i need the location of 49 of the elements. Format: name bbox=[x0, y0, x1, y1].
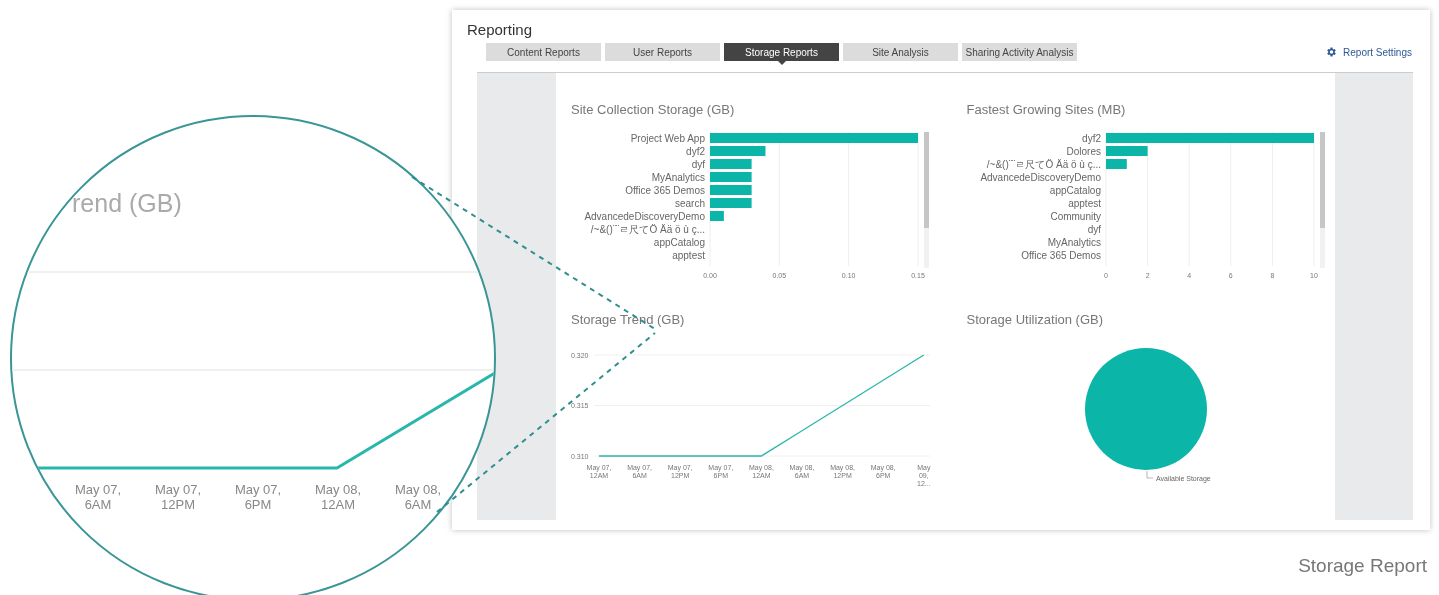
bar bbox=[710, 146, 766, 156]
chart-title: Site Collection Storage (GB) bbox=[571, 101, 735, 119]
category-label: dyf2 bbox=[1081, 132, 1101, 144]
bar bbox=[710, 185, 752, 195]
axis-label: May 08, 12AM bbox=[313, 482, 363, 512]
report-tab[interactable]: User Reports bbox=[605, 43, 720, 61]
axis-label: May 07, 12PM bbox=[153, 482, 203, 512]
scrollbar-thumb[interactable] bbox=[924, 132, 929, 228]
category-label: MyAnalytics bbox=[1047, 236, 1101, 248]
category-label: AdvancedeDiscoveryDemo bbox=[979, 171, 1101, 183]
category-label: dyf bbox=[691, 158, 705, 170]
bar bbox=[710, 198, 752, 208]
category-label: appCatalog bbox=[653, 236, 705, 248]
category-label: /~&()¨¨ㄹ尺てÖ Ää ö ù ç... bbox=[590, 223, 705, 235]
chart-title: Storage Utilization (GB) bbox=[966, 311, 1104, 329]
leader-line bbox=[1146, 470, 1153, 479]
bar bbox=[1105, 146, 1148, 156]
bar bbox=[710, 159, 752, 169]
scrollbar-thumb[interactable] bbox=[1319, 132, 1325, 228]
bar bbox=[710, 172, 752, 182]
report-tab[interactable]: Sharing Activity Analysis bbox=[962, 43, 1077, 61]
bar bbox=[710, 211, 724, 221]
axis-label: May 08, 6AM bbox=[393, 482, 443, 512]
category-label: dyf2 bbox=[686, 145, 705, 157]
category-label: /~&()¨¨ㄹ尺てÖ Ää ö ù ç... bbox=[986, 158, 1101, 170]
category-label: apptest bbox=[672, 249, 705, 261]
bar bbox=[1105, 159, 1127, 169]
category-label: MyAnalytics bbox=[651, 171, 705, 183]
category-label: Community bbox=[1049, 210, 1101, 222]
category-label: dyf bbox=[1087, 223, 1101, 235]
category-label: appCatalog bbox=[1049, 184, 1101, 196]
category-label: search bbox=[675, 197, 705, 209]
chart-title: Storage Trend (GB) bbox=[571, 311, 685, 329]
axis-label: May 07, 6AM bbox=[73, 482, 123, 512]
report-settings-link[interactable]: Report Settings bbox=[1325, 44, 1412, 60]
category-label: Dolores bbox=[1066, 145, 1101, 157]
category-label: apptest bbox=[1067, 197, 1101, 209]
report-tab[interactable]: Content Reports bbox=[486, 43, 601, 61]
chart-title: Fastest Growing Sites (MB) bbox=[966, 101, 1126, 119]
magnified-title: rend (GB) bbox=[72, 188, 182, 219]
report-tab[interactable]: Site Analysis bbox=[843, 43, 958, 61]
caption: Storage Report bbox=[1298, 554, 1427, 578]
settings-icon bbox=[1325, 46, 1338, 58]
category-label: Office 365 Demos bbox=[1020, 249, 1101, 261]
category-label: Project Web App bbox=[630, 132, 705, 144]
category-label: Office 365 Demos bbox=[625, 184, 705, 196]
axis-label: May 07, 6PM bbox=[233, 482, 283, 512]
category-label: AdvancedeDiscoveryDemo bbox=[584, 210, 705, 222]
window-title: Reporting bbox=[467, 20, 533, 40]
